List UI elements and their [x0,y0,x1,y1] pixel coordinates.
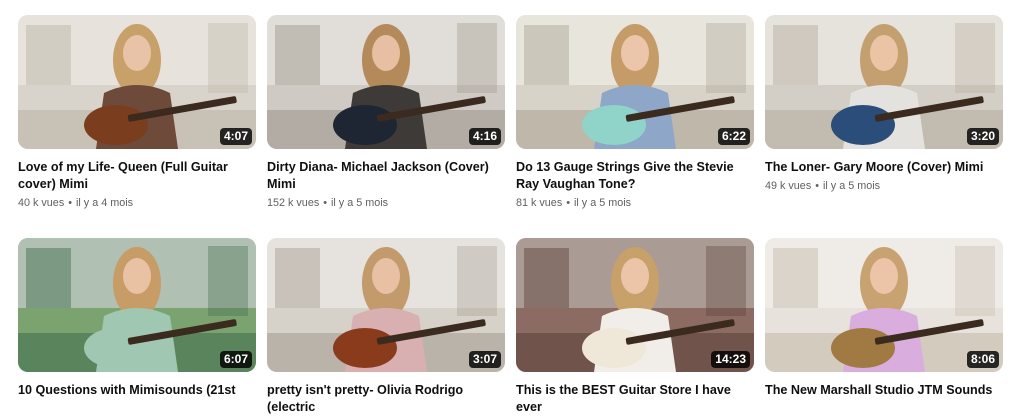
video-card[interactable]: 14:23 This is the BEST Guitar Store I ha… [516,238,754,418]
video-duration: 8:06 [966,351,999,368]
video-title[interactable]: The New Marshall Studio JTM Sounds [765,382,1003,399]
video-title[interactable]: The Loner- Gary Moore (Cover) Mimi [765,159,1003,176]
video-duration: 6:22 [717,128,750,145]
meta-separator: • [68,197,72,209]
video-metadata: 81 k vues • il y a 5 mois [516,196,754,211]
video-title[interactable]: Love of my Life- Queen (Full Guitar cove… [18,159,256,193]
video-thumbnail[interactable]: 3:07 [267,238,505,372]
video-upload-age: il y a 5 mois [331,197,388,209]
video-title[interactable]: Dirty Diana- Michael Jackson (Cover) Mim… [267,159,505,193]
video-card[interactable]: 8:06 The New Marshall Studio JTM Sounds [765,238,1003,418]
video-grid: 4:07 Love of my Life- Queen (Full Guitar… [18,15,1003,418]
video-duration: 4:07 [219,128,252,145]
video-upload-age: il y a 5 mois [823,180,880,192]
video-card[interactable]: 6:22 Do 13 Gauge Strings Give the Stevie… [516,15,754,225]
video-views: 152 k vues [267,197,320,209]
video-metadata: 152 k vues • il y a 5 mois [267,196,505,211]
video-duration: 4:16 [468,128,501,145]
video-duration: 14:23 [711,351,750,368]
video-thumbnail[interactable]: 3:20 [765,15,1003,149]
video-upload-age: il y a 4 mois [76,197,133,209]
video-views: 40 k vues [18,197,65,209]
video-duration: 3:20 [966,128,999,145]
video-views: 49 k vues [765,180,812,192]
video-title[interactable]: pretty isn't pretty- Olivia Rodrigo (ele… [267,382,505,416]
video-thumbnail[interactable]: 4:07 [18,15,256,149]
meta-separator: • [566,197,570,209]
video-metadata: 49 k vues • il y a 5 mois [765,179,1003,194]
video-thumbnail[interactable]: 4:16 [267,15,505,149]
meta-separator: • [815,180,819,192]
video-card[interactable]: 6:07 10 Questions with Mimisounds (21st [18,238,256,418]
video-card[interactable]: 3:20 The Loner- Gary Moore (Cover) Mimi … [765,15,1003,225]
video-thumbnail[interactable]: 14:23 [516,238,754,372]
video-metadata: 40 k vues • il y a 4 mois [18,196,256,211]
video-title[interactable]: This is the BEST Guitar Store I have eve… [516,382,754,416]
video-thumbnail[interactable]: 6:22 [516,15,754,149]
video-card[interactable]: 4:16 Dirty Diana- Michael Jackson (Cover… [267,15,505,225]
meta-separator: • [323,197,327,209]
video-thumbnail[interactable]: 6:07 [18,238,256,372]
video-duration: 6:07 [219,351,252,368]
video-card[interactable]: 3:07 pretty isn't pretty- Olivia Rodrigo… [267,238,505,418]
video-duration: 3:07 [468,351,501,368]
video-title[interactable]: 10 Questions with Mimisounds (21st [18,382,256,399]
video-card[interactable]: 4:07 Love of my Life- Queen (Full Guitar… [18,15,256,225]
video-thumbnail[interactable]: 8:06 [765,238,1003,372]
video-views: 81 k vues [516,197,563,209]
video-upload-age: il y a 5 mois [574,197,631,209]
video-title[interactable]: Do 13 Gauge Strings Give the Stevie Ray … [516,159,754,193]
